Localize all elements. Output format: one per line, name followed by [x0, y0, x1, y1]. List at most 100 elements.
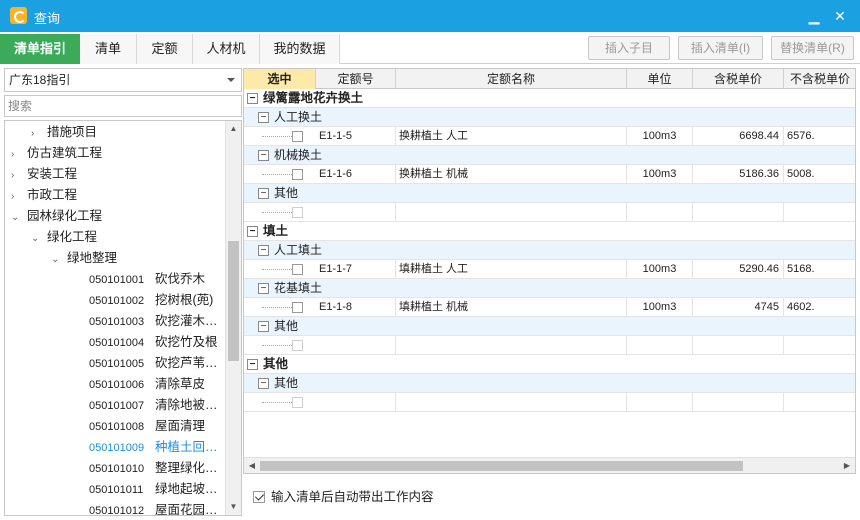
close-icon[interactable]: ✕	[830, 6, 850, 26]
chevron-down-icon[interactable]: ⌄	[51, 249, 67, 270]
price-tax-cell[interactable]	[693, 393, 784, 412]
collapse-icon[interactable]: −	[258, 150, 269, 161]
tree-group-item[interactable]: › 仿古建筑工程	[11, 143, 102, 164]
tree-item-050101008[interactable]: 050101008 屋面清理	[89, 416, 205, 437]
price-notax-cell[interactable]	[784, 203, 855, 222]
tree-group-item[interactable]: › 措施项目	[31, 122, 97, 143]
tab-quota[interactable]: 定额	[137, 34, 193, 64]
tab-list[interactable]: 清单	[80, 34, 137, 64]
quota-name-cell[interactable]: 换耕植土 机械	[396, 165, 627, 184]
subgroup-row[interactable]: − 其他	[244, 317, 855, 336]
quota-code-cell[interactable]: E1-1-5	[316, 127, 396, 146]
col-quota-name[interactable]: 定额名称	[396, 69, 627, 89]
collapse-icon[interactable]: −	[258, 378, 269, 389]
tree-item-050101009[interactable]: 050101009 种植土回…	[89, 437, 218, 458]
auto-bring-checkbox[interactable]	[253, 491, 265, 503]
tree-group-item[interactable]: ⌄ 绿地整理	[51, 248, 117, 269]
col-price-tax[interactable]: 含税单价	[693, 69, 784, 89]
col-unit[interactable]: 单位	[627, 69, 693, 89]
tree-group-item[interactable]: ⌄ 园林绿化工程	[11, 206, 102, 227]
tree-group-item[interactable]: › 安装工程	[11, 164, 77, 185]
price-tax-cell[interactable]: 6698.44	[693, 127, 784, 146]
tree-item-050101011[interactable]: 050101011 绿地起坡…	[89, 479, 218, 500]
col-quota-code[interactable]: 定额号	[316, 69, 396, 89]
price-notax-cell[interactable]: 6576.	[784, 127, 855, 146]
price-notax-cell[interactable]: 5008.	[784, 165, 855, 184]
price-notax-cell[interactable]	[784, 393, 855, 412]
col-select[interactable]: 选中	[244, 69, 316, 89]
row-select-checkbox[interactable]	[292, 302, 303, 313]
price-tax-cell[interactable]	[693, 336, 784, 355]
unit-cell[interactable]	[627, 393, 693, 412]
tree-group-item[interactable]: › 市政工程	[11, 185, 77, 206]
row-select-checkbox[interactable]	[292, 131, 303, 142]
unit-cell[interactable]: 100m3	[627, 298, 693, 317]
collapse-icon[interactable]: −	[247, 93, 258, 104]
insert-list-button[interactable]: 插入清单(I)	[678, 36, 763, 60]
tab-labor-material-machine[interactable]: 人材机	[193, 34, 260, 64]
empty-row[interactable]	[244, 393, 855, 412]
empty-row[interactable]	[244, 336, 855, 355]
col-price-notax[interactable]: 不含税单价	[784, 69, 855, 89]
price-tax-cell[interactable]: 5186.36	[693, 165, 784, 184]
scroll-down-icon[interactable]: ▼	[226, 499, 241, 515]
chevron-right-icon[interactable]: ›	[31, 123, 47, 144]
replace-list-button[interactable]: 替换清单(R)	[771, 36, 854, 60]
price-tax-cell[interactable]: 4745	[693, 298, 784, 317]
insert-child-button[interactable]: 插入子目	[588, 36, 670, 60]
scroll-left-icon[interactable]: ◀	[244, 458, 260, 473]
group-row[interactable]: − 其他	[244, 355, 855, 374]
price-tax-cell[interactable]	[693, 203, 784, 222]
subgroup-row[interactable]: − 其他	[244, 374, 855, 393]
tree-item-050101007[interactable]: 050101007 清除地被…	[89, 395, 218, 416]
tree-item-050101012[interactable]: 050101012 屋面花园…	[89, 500, 218, 515]
chevron-right-icon[interactable]: ›	[11, 165, 27, 186]
row-select-checkbox[interactable]	[292, 169, 303, 180]
subgroup-row[interactable]: − 花基填土	[244, 279, 855, 298]
collapse-icon[interactable]: −	[258, 245, 269, 256]
chevron-right-icon[interactable]: ›	[11, 144, 27, 165]
quota-name-cell[interactable]: 换耕植土 人工	[396, 127, 627, 146]
tree-group-item[interactable]: ⌄ 绿化工程	[31, 227, 97, 248]
tree-item-050101010[interactable]: 050101010 整理绿化…	[89, 458, 218, 479]
tree-item-050101002[interactable]: 050101002 挖树根(蔸)	[89, 290, 213, 311]
tree-scroll-thumb[interactable]	[228, 241, 239, 361]
price-notax-cell[interactable]	[784, 336, 855, 355]
quota-name-cell[interactable]	[396, 393, 627, 412]
chevron-down-icon[interactable]: ⌄	[11, 207, 27, 228]
tab-list-guide[interactable]: 清单指引	[0, 34, 80, 64]
subgroup-row[interactable]: − 人工填土	[244, 241, 855, 260]
quota-name-cell[interactable]: 填耕植土 机械	[396, 298, 627, 317]
subgroup-row[interactable]: − 人工换土	[244, 108, 855, 127]
row-select-checkbox[interactable]	[292, 207, 303, 218]
search-input[interactable]	[4, 95, 242, 117]
tree-item-050101004[interactable]: 050101004 砍挖竹及根	[89, 332, 218, 353]
quota-code-cell[interactable]: E1-1-6	[316, 165, 396, 184]
row-select-checkbox[interactable]	[292, 264, 303, 275]
table-row[interactable]: E1-1-8 填耕植土 机械 100m3 4745 4602.	[244, 298, 855, 317]
unit-cell[interactable]	[627, 203, 693, 222]
unit-cell[interactable]: 100m3	[627, 127, 693, 146]
row-select-checkbox[interactable]	[292, 397, 303, 408]
tree-item-050101003[interactable]: 050101003 砍挖灌木…	[89, 311, 218, 332]
price-notax-cell[interactable]: 4602.	[784, 298, 855, 317]
collapse-icon[interactable]: −	[247, 359, 258, 370]
chevron-down-icon[interactable]: ⌄	[31, 228, 47, 249]
quota-name-cell[interactable]	[396, 336, 627, 355]
minimize-icon[interactable]: ▁	[804, 6, 824, 26]
unit-cell[interactable]: 100m3	[627, 165, 693, 184]
guide-select[interactable]: 广东18指引	[4, 68, 242, 92]
subgroup-row[interactable]: − 机械换土	[244, 146, 855, 165]
quota-code-cell[interactable]	[316, 203, 396, 222]
grid-h-scrollbar[interactable]: ◀ ▶	[244, 457, 855, 473]
tree-item-050101005[interactable]: 050101005 砍挖芦苇…	[89, 353, 218, 374]
unit-cell[interactable]	[627, 336, 693, 355]
quota-code-cell[interactable]	[316, 336, 396, 355]
quota-code-cell[interactable]	[316, 393, 396, 412]
row-select-checkbox[interactable]	[292, 340, 303, 351]
collapse-icon[interactable]: −	[247, 226, 258, 237]
table-row[interactable]: E1-1-7 填耕植土 人工 100m3 5290.46 5168.	[244, 260, 855, 279]
unit-cell[interactable]: 100m3	[627, 260, 693, 279]
collapse-icon[interactable]: −	[258, 321, 269, 332]
empty-row[interactable]	[244, 203, 855, 222]
